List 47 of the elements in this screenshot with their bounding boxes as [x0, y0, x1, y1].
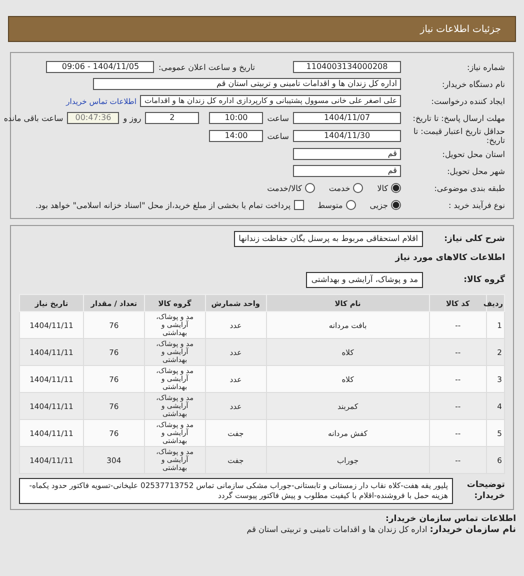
remaining-time-field: 00:47:36	[67, 112, 120, 124]
deadline-time-field: 10:00	[209, 112, 264, 124]
option-label: خدمت	[328, 184, 350, 192]
city-field: قم	[293, 165, 401, 177]
field-label: نام دستگاه خریدار:	[441, 80, 505, 88]
field-label: روز و	[123, 114, 142, 122]
radio-button[interactable]	[304, 183, 315, 193]
radio-button[interactable]	[391, 200, 401, 210]
option-label: متوسط	[318, 200, 343, 210]
summary-field: اقلام استحقاقی مربوط به پرسنل یگان حفاظت زندانها	[234, 231, 423, 247]
radio-button[interactable]	[391, 183, 401, 193]
field-label: ساعت	[267, 132, 289, 140]
field-label: نام سازمان خریدار:	[430, 525, 516, 535]
field-label: گروه کالا:	[462, 275, 505, 285]
need-number-field: 1104003134000208	[293, 61, 401, 73]
days-field: 2	[145, 112, 200, 124]
validity-time-field: 14:00	[209, 130, 264, 142]
field-label: شرح کلی نیاز:	[443, 234, 505, 244]
field-label: طبقه بندی موضوعی:	[433, 184, 505, 192]
radio-button[interactable]	[346, 200, 356, 210]
field-label: استان محل تحویل:	[441, 150, 505, 158]
field-label: شهر محل تحویل:	[446, 166, 505, 176]
buyer-org-field: اداره کل زندان ها و اقدامات تامینی و تربیتی استان قم	[93, 78, 401, 90]
deadline-date-field: 1404/11/07	[293, 112, 401, 124]
field-label: ساعت	[267, 114, 289, 122]
field-label: ساعت باقی مانده	[4, 114, 64, 122]
field-label: مهلت ارسال پاسخ: تا تاریخ:	[412, 114, 505, 122]
section-title: اطلاعات کالاهای مورد نیاز	[395, 253, 505, 263]
radio-button[interactable]	[353, 183, 364, 193]
announce-date-field: 1404/11/05 - 09:06	[46, 61, 154, 73]
option-label: کالا/خدمت	[267, 184, 302, 192]
field-label: توضیحات خریدار:	[466, 480, 505, 502]
option-label: پرداخت تمام یا بخشی از مبلغ خرید،از محل "اسناد خزانه اسلامی" خواهد بود.	[35, 200, 291, 210]
field-label: حداقل تاریخ اعتبار قیمت: تا تاریخ:	[412, 127, 505, 145]
validity-date-field: 1404/11/30	[293, 130, 401, 142]
section-title: اطلاعات تماس سازمان خریدار:	[384, 514, 516, 524]
field-label: تاریخ و ساعت اعلان عمومی:	[158, 62, 255, 72]
province-field: قم	[293, 148, 401, 160]
header-title: جزئیات اطلاعات نیاز	[420, 24, 501, 34]
option-label: جزیی	[370, 200, 388, 210]
field-label: ایجاد کننده درخواست:	[430, 96, 505, 106]
field-label: نوع فرآیند خرید :	[447, 200, 505, 210]
goods-group-field: مد و پوشاک، آرایشی و بهداشتی	[306, 272, 423, 288]
field-value: اداره کل زندان ها و اقدامات تامینی و تربیتی استان قم	[246, 525, 428, 534]
option-label: کالا	[377, 184, 388, 192]
checkbox[interactable]	[294, 200, 304, 210]
field-label: شماره نیاز:	[466, 62, 505, 72]
